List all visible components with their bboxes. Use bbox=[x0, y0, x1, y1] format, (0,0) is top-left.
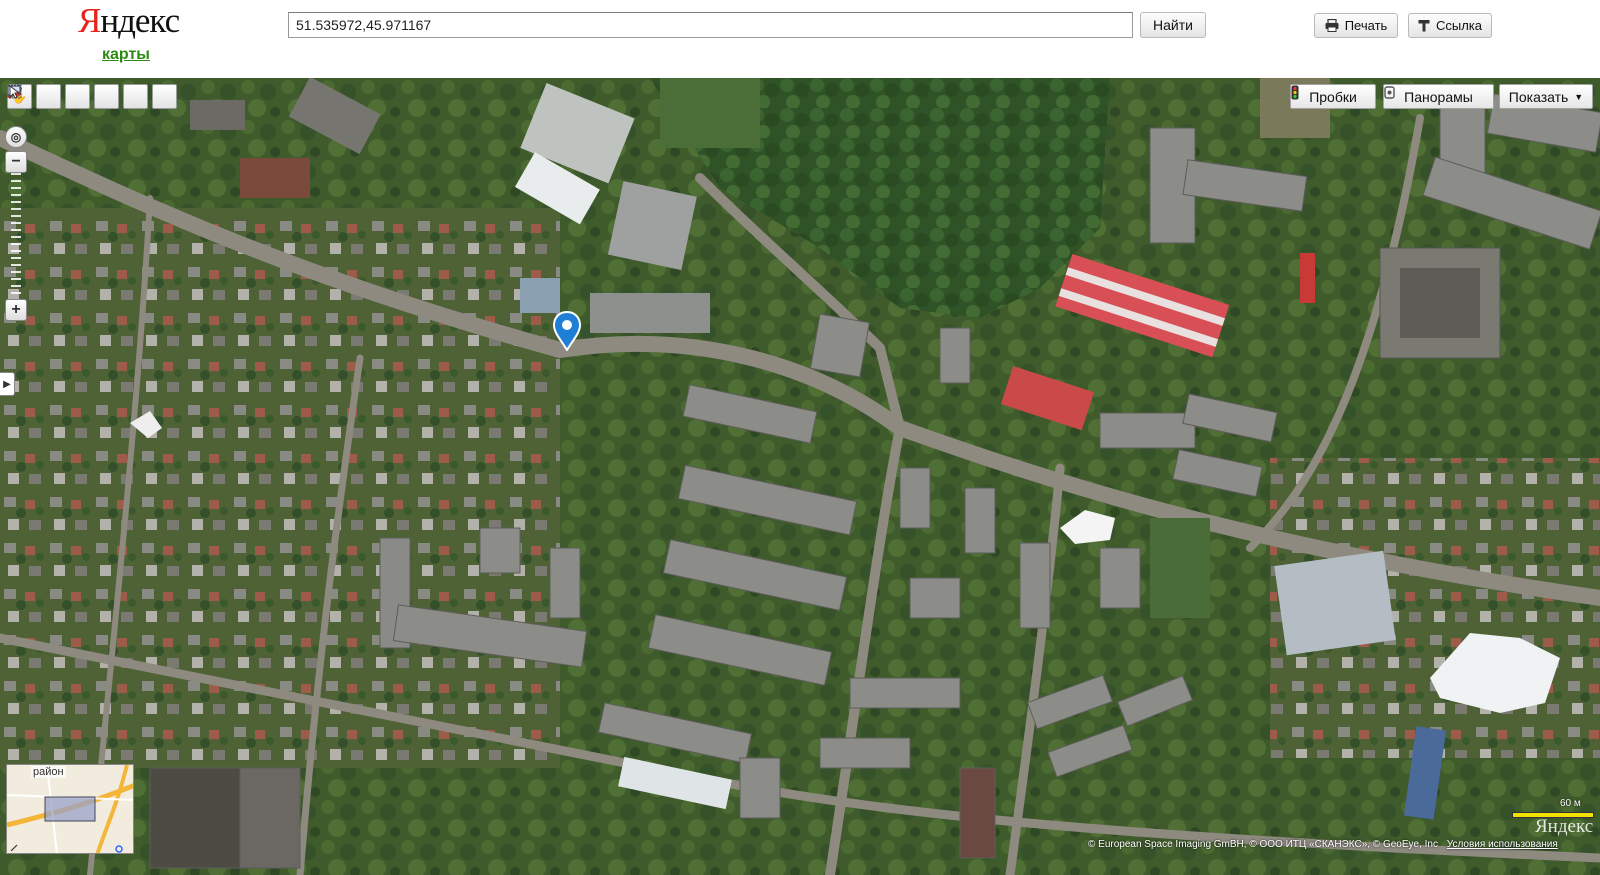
map-toolbar: ✋ bbox=[7, 84, 177, 109]
expand-panel-arrow-icon[interactable]: ▶ bbox=[0, 372, 15, 396]
satellite-imagery bbox=[0, 78, 1600, 875]
traffic-label: Пробки bbox=[1309, 88, 1357, 105]
maps-service-link[interactable]: карты bbox=[102, 46, 150, 64]
traffic-button[interactable]: Пробки bbox=[1290, 84, 1376, 109]
show-label: Показать bbox=[1508, 88, 1569, 105]
triangle-down-icon: ▼ bbox=[1574, 91, 1584, 102]
traffic-light-icon bbox=[1291, 85, 1299, 100]
minimap-label: район bbox=[31, 766, 66, 778]
panoramas-label: Панорамы bbox=[1404, 88, 1473, 105]
find-button[interactable]: Найти bbox=[1140, 12, 1206, 38]
magnifier-icon[interactable] bbox=[7, 84, 61, 109]
minimap-drawing bbox=[7, 765, 133, 853]
screen-icon[interactable] bbox=[7, 84, 148, 109]
copyright-line: © European Space Imaging GmBH, © ООО ИТЦ… bbox=[1088, 839, 1558, 850]
terms-link[interactable]: Условия использования bbox=[1447, 839, 1558, 850]
zoom-in-button[interactable]: + bbox=[5, 299, 27, 321]
zoom-out-button[interactable]: − bbox=[5, 151, 27, 173]
camera-icon bbox=[1384, 86, 1395, 99]
zoom-control: ◎ − + bbox=[5, 126, 30, 321]
overview-minimap[interactable]: район bbox=[6, 764, 134, 854]
panoramas-button[interactable]: Панорамы bbox=[1383, 84, 1494, 109]
route-icon[interactable] bbox=[7, 84, 119, 109]
header: Яндекс карты Найти Печать Ссылка bbox=[0, 0, 1600, 78]
location-marker-icon[interactable] bbox=[553, 311, 581, 351]
satellite-map[interactable]: ✋ Пробки Панорамы Показать ▼ ◎ − + ▶ рай… bbox=[0, 78, 1600, 875]
compass-icon[interactable]: ◎ bbox=[5, 126, 27, 148]
print-label: Печать bbox=[1344, 18, 1388, 33]
print-button[interactable]: Печать bbox=[1314, 13, 1398, 38]
pin-link-icon bbox=[1418, 20, 1430, 32]
link-label: Ссылка bbox=[1435, 18, 1483, 33]
show-dropdown[interactable]: Показать ▼ bbox=[1499, 84, 1593, 109]
cursor-icon[interactable] bbox=[9, 84, 177, 109]
copyright-text: © European Space Imaging GmBH, © ООО ИТЦ… bbox=[1088, 839, 1438, 850]
zoom-slider[interactable] bbox=[11, 173, 21, 299]
yandex-watermark: Яндекс bbox=[1535, 816, 1594, 837]
search-input[interactable] bbox=[288, 12, 1133, 38]
ruler-icon[interactable] bbox=[7, 84, 90, 109]
yandex-logo[interactable]: Яндекс bbox=[78, 0, 180, 42]
printer-icon bbox=[1325, 19, 1339, 32]
scale-label: 60 м bbox=[1560, 798, 1581, 809]
link-button[interactable]: Ссылка bbox=[1408, 13, 1492, 38]
